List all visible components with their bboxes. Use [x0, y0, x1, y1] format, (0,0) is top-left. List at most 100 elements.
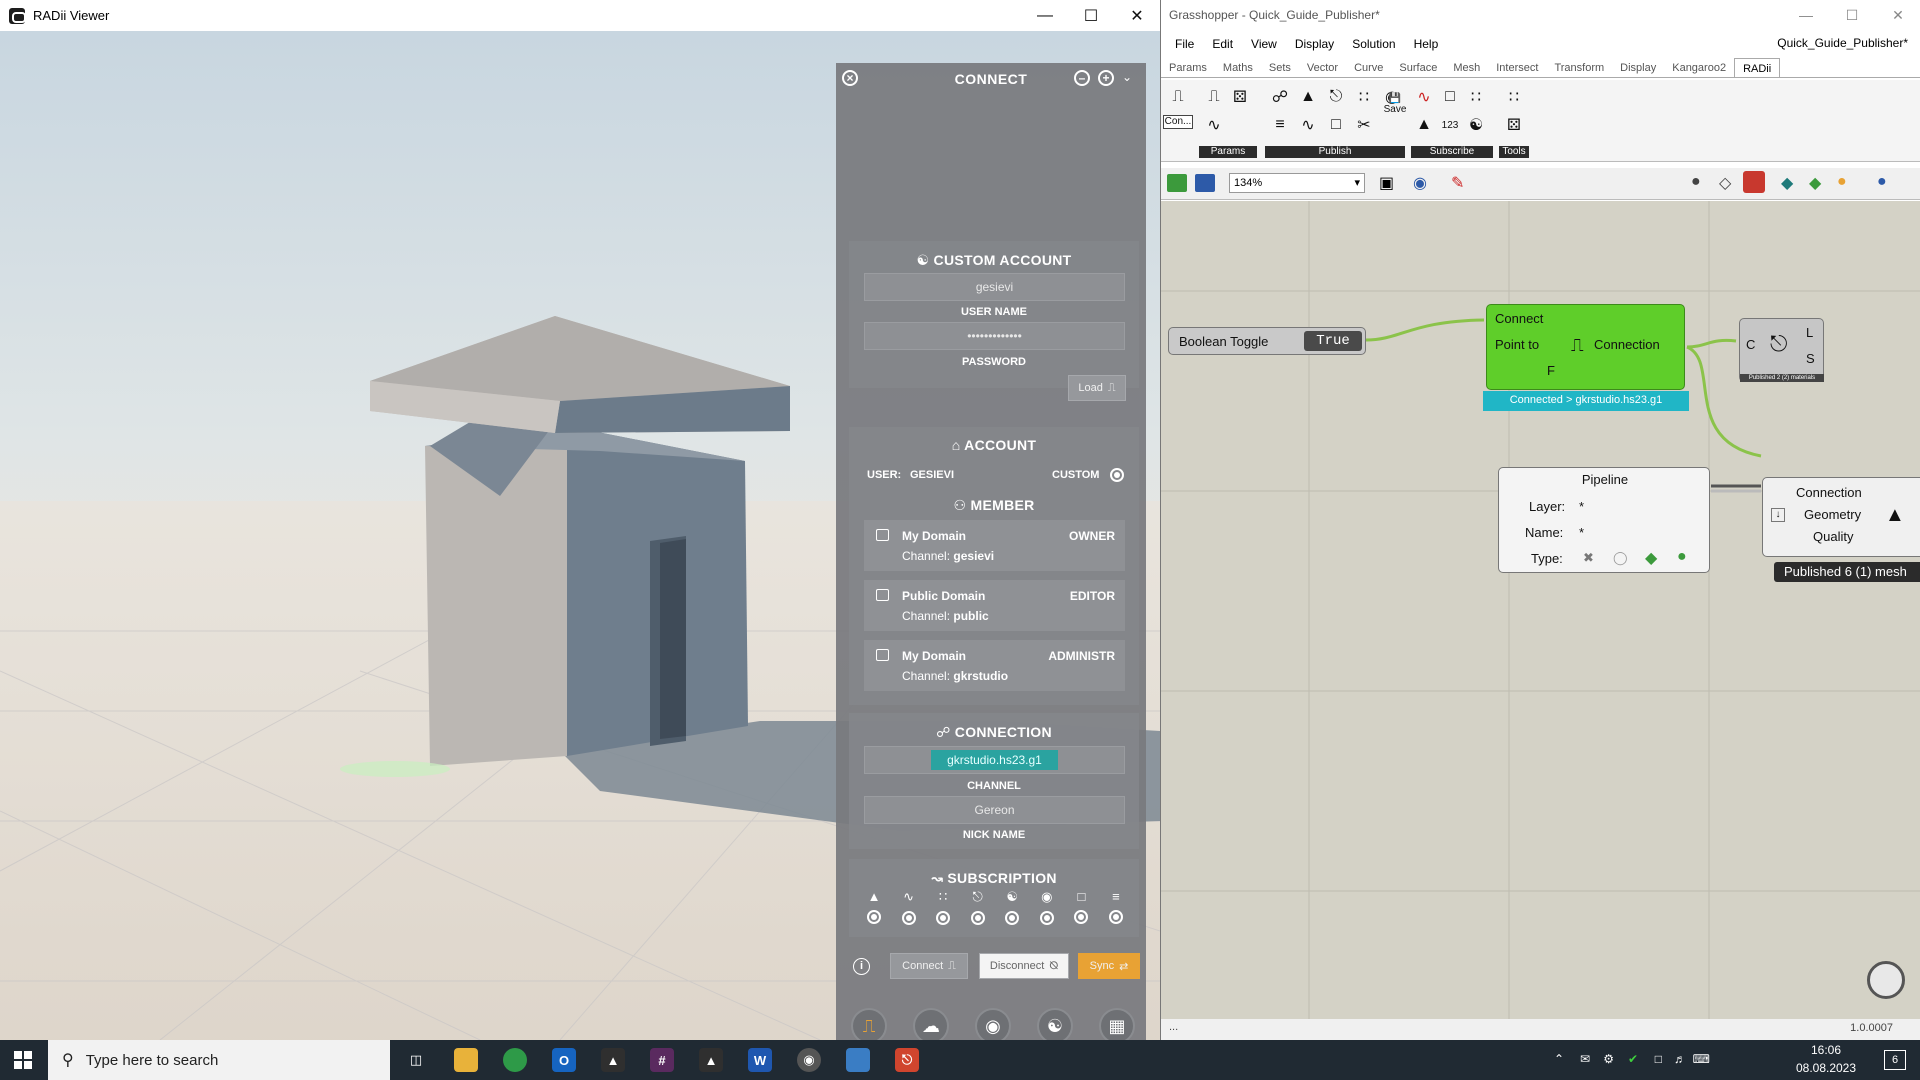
curve-icon[interactable]: ◯ [1613, 550, 1628, 566]
publish-node[interactable]: Connection ↓ Geometry ▲ Quality [1762, 477, 1920, 557]
sub-sliders[interactable]: ≡ [1106, 889, 1126, 925]
sub-line[interactable]: ∿ [899, 889, 919, 925]
number-icon[interactable]: 123 [1439, 114, 1461, 136]
tab-display[interactable]: Display [1612, 58, 1664, 77]
maximize-button[interactable]: ☐ [1068, 0, 1114, 31]
image-icon[interactable]: ▦ [1099, 1008, 1135, 1040]
points-icon[interactable]: ∷ [1353, 86, 1375, 108]
save-icon[interactable]: 💾 Save [1381, 84, 1409, 124]
dice-icon[interactable]: ⚄ [1503, 114, 1525, 136]
plug-nav-icon[interactable]: ⎍ [851, 1008, 887, 1040]
sub-radio[interactable] [1074, 910, 1089, 924]
tab-mesh[interactable]: Mesh [1445, 58, 1488, 77]
plus-icon[interactable]: + [1098, 70, 1114, 86]
connect-button[interactable]: Connect ⎍ [890, 953, 968, 979]
tab-sets[interactable]: Sets [1261, 58, 1299, 77]
menu-display[interactable]: Display [1286, 34, 1343, 54]
tab-params[interactable]: Params [1161, 58, 1215, 77]
task-view-icon[interactable]: ◫ [404, 1048, 428, 1072]
sub-radio[interactable] [901, 911, 916, 925]
surface-icon[interactable]: ◆ [1645, 548, 1657, 568]
member-card[interactable]: Public Domain EDITOR Channel: public [864, 580, 1125, 631]
member-card[interactable]: My Domain ADMINISTR Channel: gkrstudio [864, 640, 1125, 691]
sub-radio[interactable] [1005, 911, 1020, 925]
custom-mode-radio[interactable] [1110, 468, 1124, 482]
chevron-up-icon[interactable]: ⌃ [1554, 1052, 1564, 1066]
mesh-icon[interactable]: ◆ [1809, 173, 1821, 193]
shapes-icon[interactable]: ▲ [1297, 86, 1319, 108]
sync-button[interactable]: Sync ⇄ [1078, 953, 1140, 979]
preview-eye-icon[interactable]: ◉ [1413, 173, 1427, 193]
username-field[interactable]: gesievi [864, 273, 1125, 301]
sub-radio[interactable] [936, 911, 951, 925]
slack-icon[interactable]: # [650, 1048, 674, 1072]
sub-comment[interactable]: □ [1071, 889, 1091, 925]
plug-icon[interactable]: ⎍ [1167, 86, 1189, 108]
sphere-icon[interactable]: ● [1877, 173, 1887, 191]
name-value[interactable]: * [1579, 525, 1584, 540]
zoom-select[interactable]: 134% ▾ [1229, 173, 1365, 193]
password-field[interactable]: ••••••••••••• [864, 322, 1125, 350]
tab-surface[interactable]: Surface [1391, 58, 1445, 77]
check-icon[interactable]: ✔ [1628, 1052, 1638, 1066]
keyboard-icon[interactable]: ⌨ [1693, 1052, 1710, 1066]
tab-transform[interactable]: Transform [1546, 58, 1612, 77]
scissors-icon[interactable]: ✂ [1353, 114, 1375, 136]
layer-value[interactable]: * [1579, 499, 1584, 514]
tab-intersect[interactable]: Intersect [1488, 58, 1546, 77]
rhino-icon[interactable]: ▲ [699, 1048, 723, 1072]
menu-solution[interactable]: Solution [1343, 34, 1404, 54]
wire-mode-icon[interactable]: ◇ [1719, 173, 1731, 193]
windows-start-icon[interactable] [14, 1051, 32, 1069]
outlook-tray-icon[interactable]: ✉ [1580, 1052, 1590, 1066]
clock-time[interactable]: 16:06 [1790, 1043, 1862, 1057]
sub-radio[interactable] [1039, 911, 1054, 925]
sub-radio[interactable] [1108, 910, 1123, 924]
sub-shapes[interactable]: ▲ [864, 889, 884, 925]
person-icon[interactable]: ☯ [1465, 114, 1487, 136]
sub-eye[interactable]: ◉ [1037, 889, 1057, 925]
cloud-icon[interactable]: ☁ [913, 1008, 949, 1040]
pipeline-node[interactable]: Pipeline Layer: * Name: * Type: ✖ ◯ ◆ ● [1498, 467, 1710, 573]
load-button[interactable]: Load ⎍ [1068, 375, 1126, 401]
info-icon[interactable]: i [853, 958, 870, 975]
tab-curve[interactable]: Curve [1346, 58, 1391, 77]
line-icon[interactable]: ∿ [1297, 114, 1319, 136]
sub-points[interactable]: ∷ [933, 889, 953, 925]
close-button[interactable]: ✕ [1875, 0, 1920, 30]
comment-icon[interactable]: □ [1325, 114, 1347, 136]
clock-date[interactable]: 08.08.2023 [1790, 1061, 1862, 1075]
pipeline-icon[interactable]: ∿ [1203, 114, 1225, 136]
chrome-icon[interactable] [503, 1048, 527, 1072]
minimize-button[interactable]: — [1022, 0, 1068, 31]
network-icon[interactable]: □ [1655, 1052, 1662, 1066]
gh-canvas[interactable]: Boolean Toggle True Connect Point to F ⎍… [1161, 201, 1920, 1019]
notification-icon[interactable]: 6 [1884, 1050, 1906, 1070]
zoom-extents-icon[interactable]: ▣ [1379, 173, 1394, 193]
sub-radio[interactable] [970, 911, 985, 925]
shapes-icon[interactable]: ▲ [1413, 114, 1435, 136]
tab-vector[interactable]: Vector [1299, 58, 1346, 77]
material-icon[interactable]: ● [1837, 173, 1847, 191]
app-icon[interactable]: ⎋ [895, 1048, 919, 1072]
points-icon[interactable]: ∷ [1465, 86, 1487, 108]
connect-node[interactable]: Connect Point to F ⎍ Connection [1486, 304, 1685, 390]
sub-person[interactable]: ☯ [1002, 889, 1022, 925]
save-file-icon[interactable] [1195, 174, 1215, 192]
radii-viewer-icon[interactable]: ◉ [797, 1048, 821, 1072]
chevron-down-icon[interactable]: ⌄ [1122, 70, 1132, 84]
open-file-icon[interactable] [1167, 174, 1187, 192]
tab-maths[interactable]: Maths [1215, 58, 1261, 77]
member-card[interactable]: My Domain OWNER Channel: gesievi [864, 520, 1125, 571]
mesh-icon[interactable]: ● [1677, 548, 1687, 566]
maximize-button[interactable]: ☐ [1829, 0, 1875, 30]
taskbar-search[interactable]: ⚲ Type here to search [48, 1040, 390, 1080]
x-icon[interactable]: ✖ [1583, 550, 1594, 566]
preview-selected-icon[interactable]: ◆ [1781, 173, 1793, 193]
shaded-mode-icon[interactable] [1743, 171, 1765, 193]
paint-node[interactable]: C ⎋ L S Published 2 (2) materials [1739, 318, 1824, 382]
menu-view[interactable]: View [1242, 34, 1286, 54]
preview-mode-icon[interactable]: ● [1691, 173, 1701, 191]
channel-field[interactable]: gkrstudio.hs23.g1 [864, 746, 1125, 774]
person-icon[interactable]: ☯ [1037, 1008, 1073, 1040]
